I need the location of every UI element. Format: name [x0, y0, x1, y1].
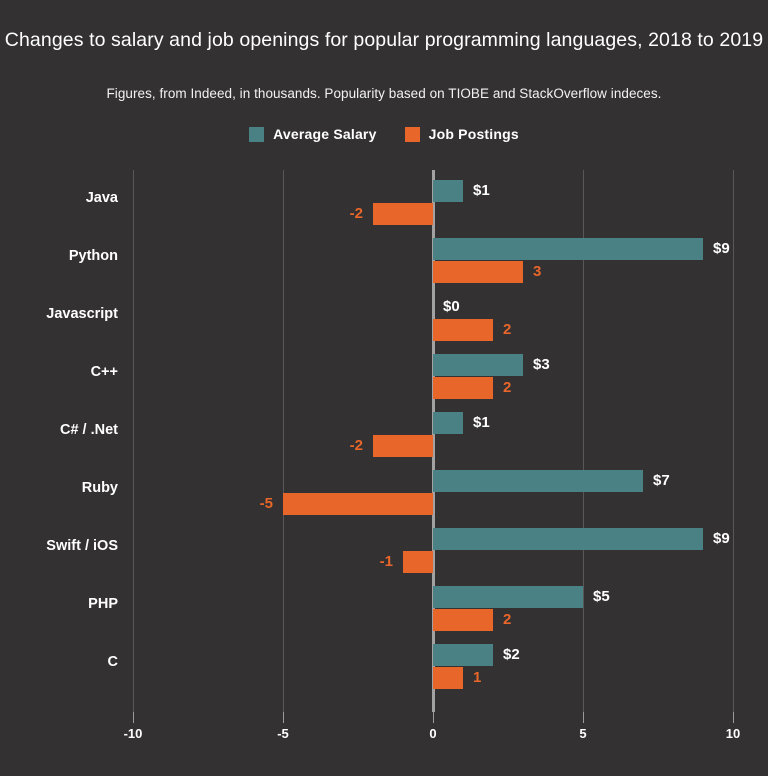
- value-label-salary-php: $5: [593, 588, 610, 605]
- value-label-posting-ruby: -5: [259, 495, 273, 512]
- x-tick-mark-neg5: [283, 712, 284, 723]
- value-label-posting-javascript: 2: [503, 321, 512, 338]
- bar-posting-swift-ios[interactable]: [403, 551, 433, 573]
- chart-row: C $2 1: [108, 638, 733, 696]
- category-label-c: C: [107, 654, 118, 670]
- x-tick-label-0: 0: [429, 726, 437, 741]
- category-label-javascript: Javascript: [46, 306, 118, 322]
- gridline-10: [733, 170, 734, 712]
- bar-posting-c[interactable]: [433, 377, 493, 399]
- bar-salary-c[interactable]: [433, 354, 523, 376]
- value-label-posting-c-net: -2: [349, 437, 363, 454]
- legend-item-average-salary[interactable]: Average Salary: [249, 126, 376, 142]
- value-label-posting-swift-ios: -1: [379, 553, 393, 570]
- value-label-salary-javascript: $0: [443, 298, 460, 315]
- chart-row: Swift / iOS $9 -1: [46, 522, 733, 580]
- category-label-c: C++: [90, 364, 118, 380]
- chart-title: Changes to salary and job openings for p…: [4, 29, 764, 51]
- value-label-posting-c: 2: [503, 379, 512, 396]
- chart-row: Python $9 3: [69, 232, 733, 290]
- category-label-ruby: Ruby: [81, 480, 118, 496]
- value-label-salary-ruby: $7: [653, 472, 670, 489]
- bar-posting-python[interactable]: [433, 261, 523, 283]
- value-label-posting-c: 1: [473, 669, 482, 686]
- bar-salary-ruby[interactable]: [433, 470, 643, 492]
- bar-salary-c[interactable]: [433, 644, 493, 666]
- chart-container: Changes to salary and job openings for p…: [0, 0, 768, 776]
- value-label-salary-c: $3: [533, 356, 550, 373]
- x-tick-label-5: 5: [579, 726, 587, 741]
- value-label-posting-php: 2: [503, 611, 512, 628]
- value-label-salary-c-net: $1: [473, 414, 490, 431]
- category-label-java: Java: [85, 190, 118, 206]
- bar-posting-c[interactable]: [433, 667, 463, 689]
- chart-row: PHP $5 2: [88, 580, 733, 638]
- bar-posting-c-net[interactable]: [373, 435, 433, 457]
- value-label-salary-swift-ios: $9: [713, 530, 730, 547]
- chart-subtitle: Figures, from Indeed, in thousands. Popu…: [106, 86, 662, 101]
- value-label-salary-python: $9: [713, 240, 730, 257]
- chart-row: Java $1 -2: [86, 174, 733, 232]
- bar-salary-python[interactable]: [433, 238, 703, 260]
- bar-posting-ruby[interactable]: [283, 493, 433, 515]
- x-tick-label-neg10: -10: [123, 726, 143, 741]
- value-label-salary-c: $2: [503, 646, 520, 663]
- chart-legend: Average Salary Job Postings: [0, 126, 768, 142]
- x-tick-mark-5: [583, 712, 584, 723]
- x-tick-label-10: 10: [725, 726, 741, 741]
- x-tick-mark-10: [733, 712, 734, 723]
- bar-salary-java[interactable]: [433, 180, 463, 202]
- category-label-c-net: C# / .Net: [59, 422, 118, 438]
- bar-posting-java[interactable]: [373, 203, 433, 225]
- value-label-posting-java: -2: [349, 205, 363, 222]
- legend-label-job-postings: Job Postings: [428, 126, 519, 142]
- x-tick-mark-0: [433, 712, 434, 723]
- legend-swatch-job-postings: [404, 126, 420, 142]
- bar-posting-php[interactable]: [433, 609, 493, 631]
- chart-row: Javascript $0 2: [46, 290, 733, 348]
- bar-posting-javascript[interactable]: [433, 319, 493, 341]
- x-tick-mark-neg10: [133, 712, 134, 723]
- value-label-salary-java: $1: [473, 182, 490, 199]
- legend-swatch-average-salary: [249, 126, 265, 142]
- chart-row: Ruby $7 -5: [82, 464, 733, 522]
- bar-salary-c-net[interactable]: [433, 412, 463, 434]
- bar-salary-php[interactable]: [433, 586, 583, 608]
- category-label-php: PHP: [88, 596, 118, 612]
- category-label-python: Python: [68, 248, 118, 264]
- value-label-posting-python: 3: [533, 263, 542, 280]
- bar-salary-swift-ios[interactable]: [433, 528, 703, 550]
- legend-label-average-salary: Average Salary: [273, 126, 377, 142]
- plot-area: -10 -5 0 5 10 Java $1 -2 Python $9 3 Javascript $0 2 C…: [46, 170, 740, 741]
- category-label-swift-ios: Swift / iOS: [46, 538, 118, 554]
- legend-item-job-postings[interactable]: Job Postings: [404, 126, 519, 142]
- x-tick-label-neg5: -5: [277, 726, 289, 741]
- chart-row: C++ $3 2: [91, 348, 733, 406]
- chart-row: C# / .Net $1 -2: [60, 406, 733, 464]
